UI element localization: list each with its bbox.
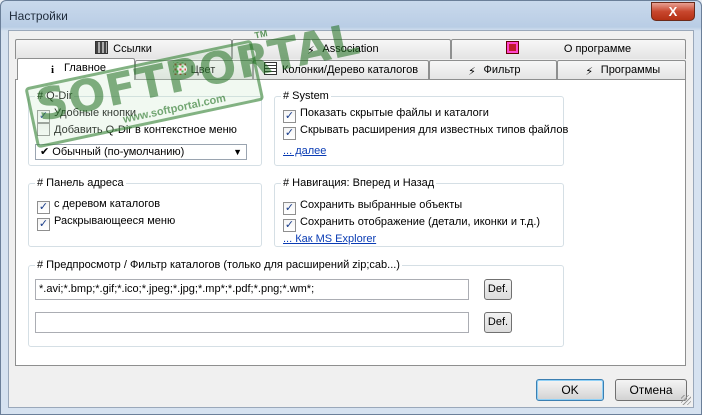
- group-qdir: # Q-Dir ✓ Удобные кнопки Добавить Q-Dir в…: [28, 90, 262, 166]
- preview-extensions-input[interactable]: *.avi;*.bmp;*.gif;*.ico;*.jpeg;*.jpg;*.m…: [35, 279, 469, 300]
- checkbox-box[interactable]: ✓: [37, 201, 50, 214]
- tab-links[interactable]: Ссылки: [15, 39, 232, 59]
- checkbox-box[interactable]: ✓: [37, 110, 50, 123]
- title-bar[interactable]: Настройки X: [1, 1, 701, 29]
- association-icon: ⚡: [306, 45, 315, 57]
- info-icon: i: [50, 64, 55, 76]
- window-title: Настройки: [9, 9, 68, 23]
- group-title: # Предпросмотр / Фильтр каталогов (тольк…: [35, 259, 402, 272]
- tab-columns[interactable]: Колонки/Дерево каталогов: [253, 60, 429, 80]
- def-button-1[interactable]: Def.: [484, 279, 512, 300]
- checkbox-dropdown-menu[interactable]: ✓ Раскрывающееся меню: [37, 214, 175, 231]
- tab-association[interactable]: ⚡ Association: [232, 39, 451, 59]
- cancel-button[interactable]: Отмена: [615, 379, 687, 401]
- group-system: # System ✓ Показать скрытые файлы и катал…: [274, 90, 568, 166]
- filter-extensions-input[interactable]: [35, 312, 469, 333]
- checkbox-box[interactable]: ✓: [283, 110, 296, 123]
- checkbox-save-selection[interactable]: ✓ Сохранить выбранные объекты: [283, 198, 462, 215]
- checkmark-icon: ✔: [40, 146, 53, 158]
- resize-grip[interactable]: [681, 395, 691, 405]
- group-title: # Q-Dir: [35, 90, 75, 103]
- tab-filter[interactable]: ⚡ Фильтр: [429, 60, 557, 80]
- mode-combobox[interactable]: ✔ Обычный (по-умолчанию) ▼: [35, 144, 247, 160]
- chevron-down-icon[interactable]: ▼: [233, 145, 242, 159]
- programs-icon: ⚡: [585, 66, 594, 78]
- checkbox-box[interactable]: ✓: [37, 218, 50, 231]
- filter-icon: ⚡: [468, 66, 476, 78]
- tab-panel-main: # Q-Dir ✓ Удобные кнопки Добавить Q-Dir в…: [15, 79, 686, 366]
- group-title: # Панель адреса: [35, 177, 126, 190]
- ms-explorer-link[interactable]: ... Как MS Explorer: [283, 233, 376, 245]
- checkbox-handy-buttons[interactable]: ✓ Удобные кнопки: [37, 106, 136, 123]
- group-title: # Навигация: Вперед и Назад: [281, 177, 437, 190]
- checkbox-box[interactable]: ✓: [283, 127, 296, 140]
- group-navigation: # Навигация: Вперед и Назад ✓ Сохранить в…: [274, 177, 564, 247]
- checkbox-context-menu[interactable]: Добавить Q-Dir в контекстное меню: [37, 123, 237, 138]
- tab-main[interactable]: i Главное: [17, 58, 135, 80]
- settings-window: Настройки X Ссылки ⚡ Association О програ…: [0, 0, 702, 415]
- def-button-2[interactable]: Def.: [484, 312, 512, 333]
- tab-color[interactable]: Цвет: [135, 60, 253, 80]
- group-preview-filter: # Предпросмотр / Фильтр каталогов (тольк…: [28, 259, 564, 347]
- checkbox-box[interactable]: ✓: [283, 202, 296, 215]
- ok-button[interactable]: OK: [536, 379, 604, 401]
- system-more-link[interactable]: ... далее: [283, 145, 326, 157]
- tab-programs[interactable]: ⚡ Программы: [557, 60, 686, 80]
- dialog-client: Ссылки ⚡ Association О программе i Главное…: [8, 30, 694, 408]
- columns-icon: [263, 62, 277, 75]
- checkbox-with-tree[interactable]: ✓ с деревом каталогов: [37, 197, 160, 214]
- tab-about[interactable]: О программе: [451, 39, 686, 59]
- checkbox-show-hidden[interactable]: ✓ Показать скрытые файлы и каталоги: [283, 106, 489, 123]
- links-icon: [95, 41, 109, 54]
- about-icon: [505, 41, 519, 54]
- group-title: # System: [281, 90, 331, 103]
- checkbox-hide-extensions[interactable]: ✓ Скрывать расширения для известных типов…: [283, 123, 568, 140]
- color-icon: [172, 62, 186, 75]
- close-button[interactable]: X: [651, 2, 695, 21]
- checkbox-box[interactable]: [37, 123, 50, 136]
- checkbox-save-view[interactable]: ✓ Сохранить отображение (детали, иконки и…: [283, 215, 540, 232]
- checkbox-box[interactable]: ✓: [283, 219, 296, 232]
- group-address-bar: # Панель адреса ✓ с деревом каталогов ✓ Ра…: [28, 177, 262, 247]
